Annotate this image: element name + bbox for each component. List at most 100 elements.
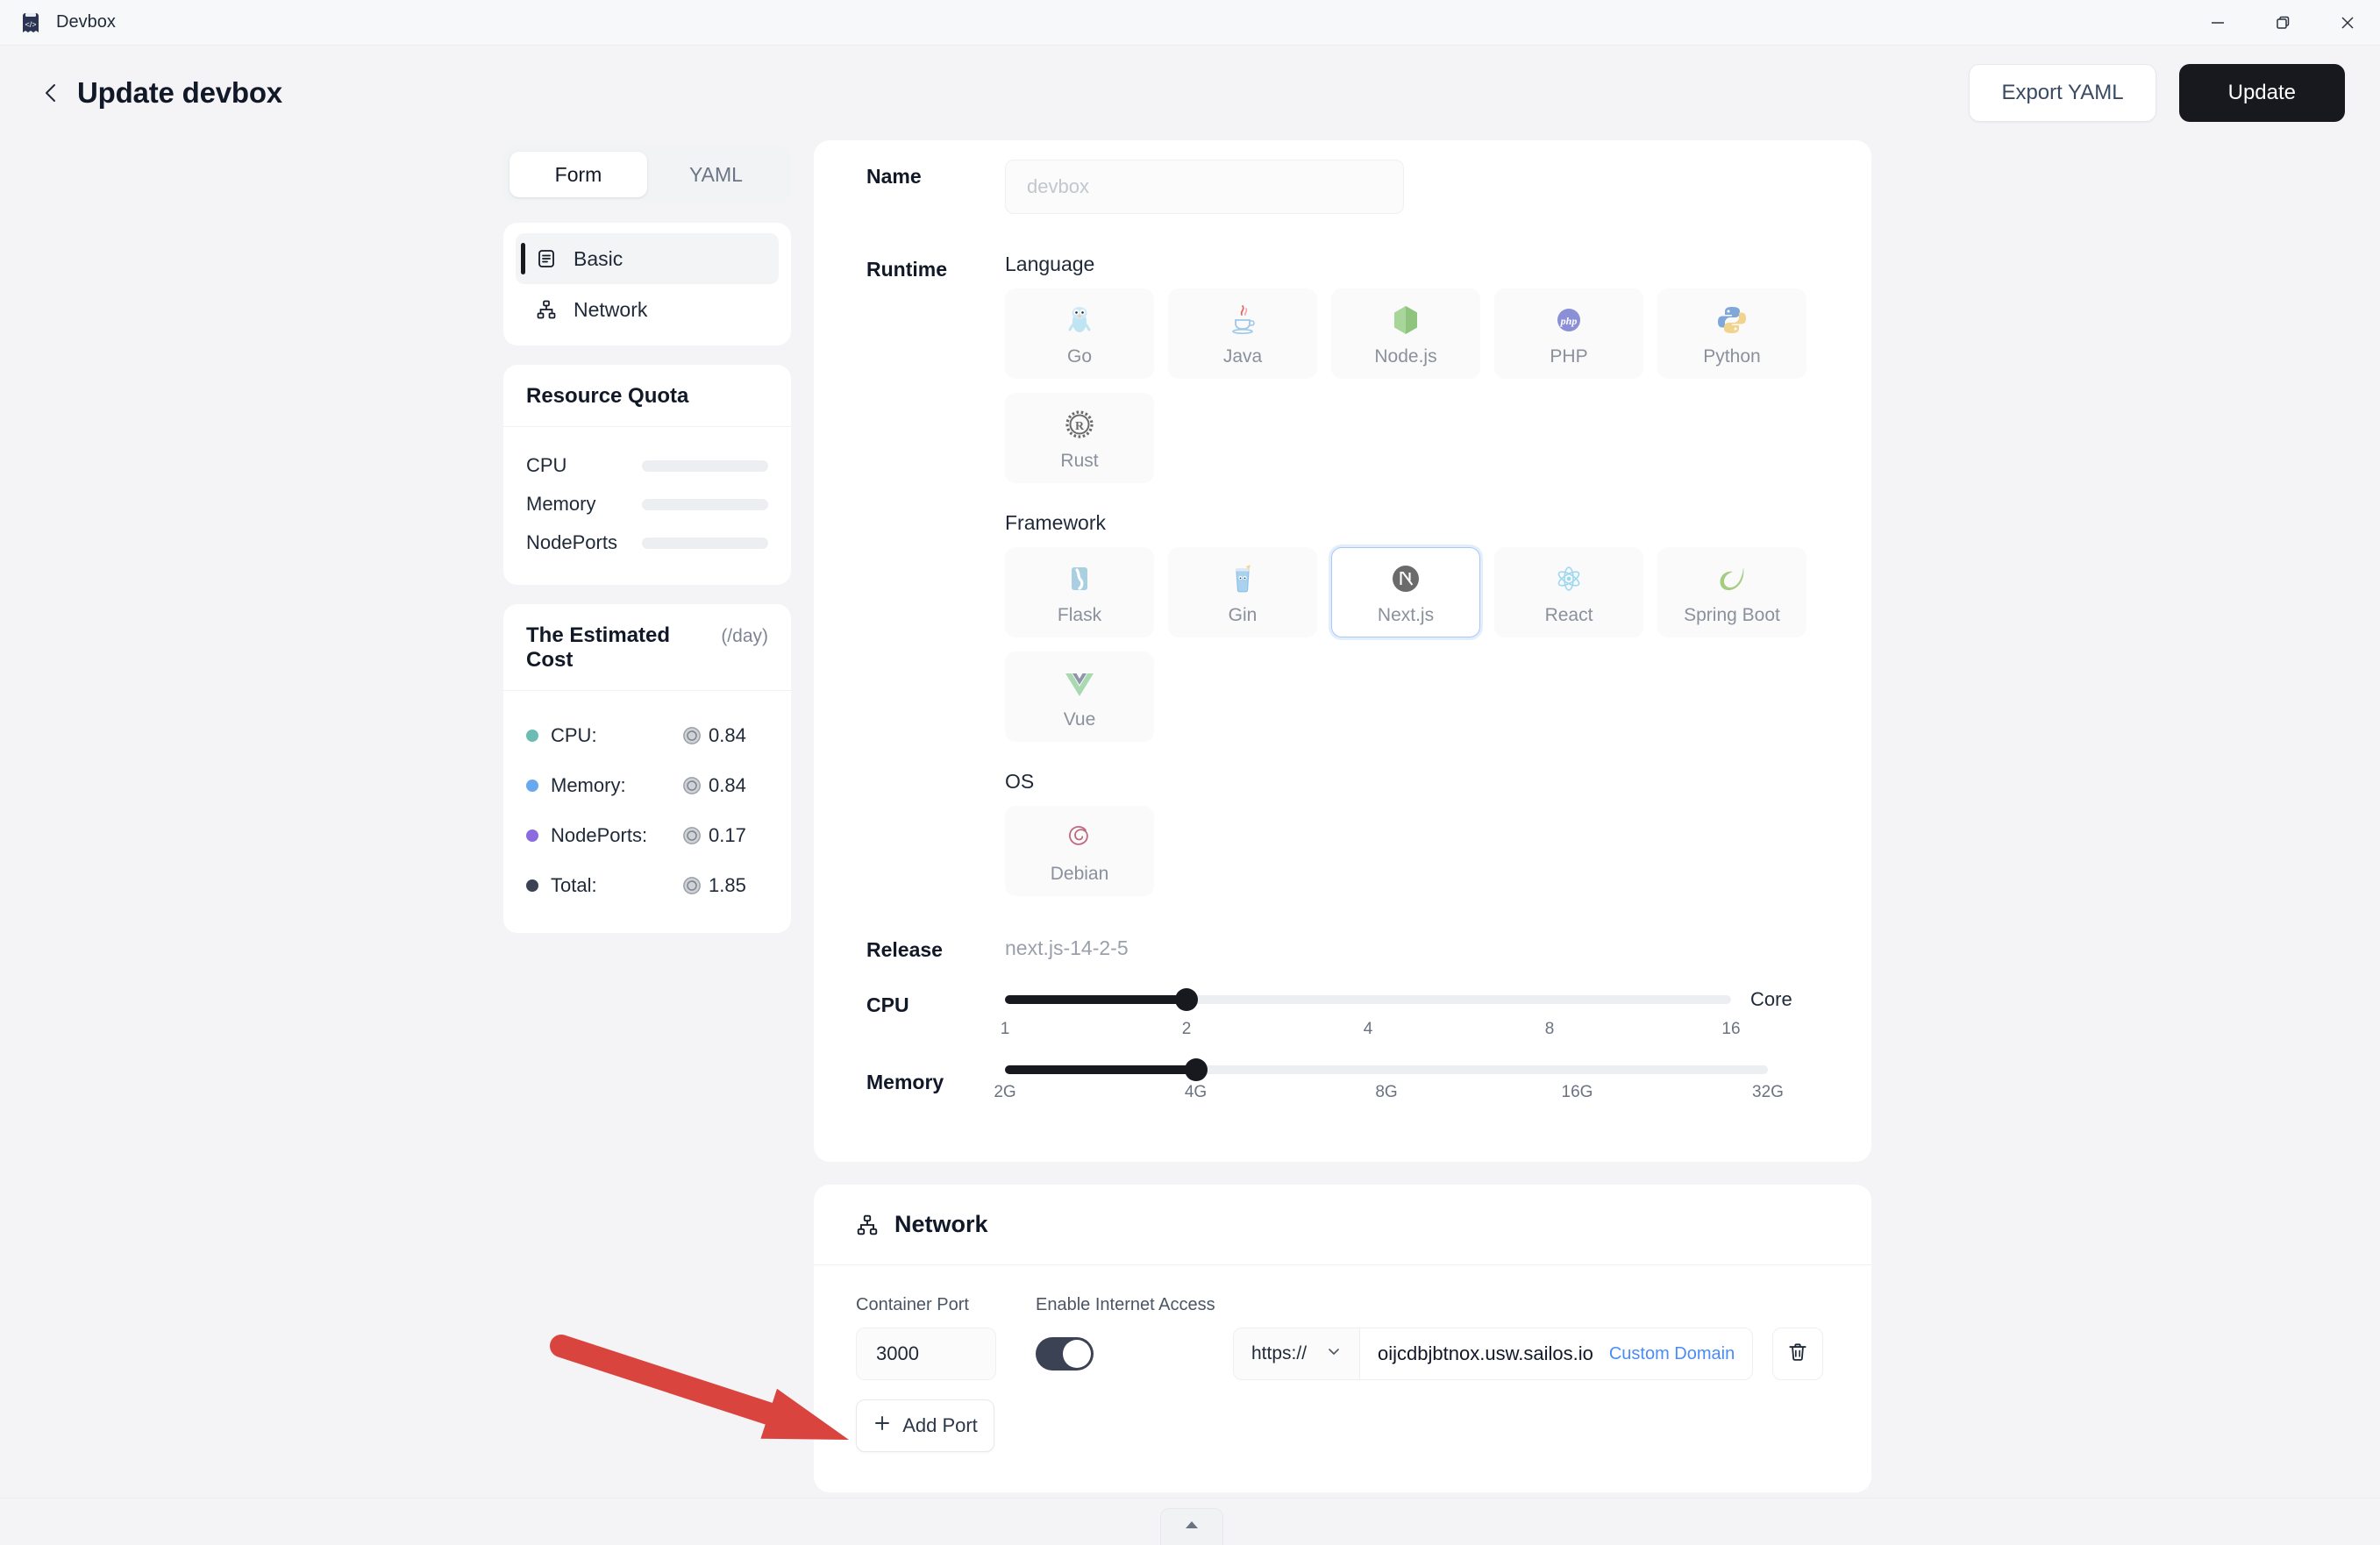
quota-track-cpu	[642, 459, 768, 472]
cpu-slider-control[interactable]: Core	[1005, 988, 1819, 1011]
toggle-knob	[1063, 1340, 1091, 1368]
resource-quota-card: Resource Quota CPU Memory NodePorts	[503, 365, 791, 585]
coin-icon	[683, 776, 701, 794]
nodejs-hexagon-icon	[1386, 300, 1426, 340]
estimated-cost-unit: (/day)	[721, 626, 768, 646]
memory-slider-label: Memory	[866, 1071, 944, 1093]
memory-slider-track[interactable]	[1005, 1058, 1768, 1081]
cost-dot-memory	[526, 779, 538, 792]
name-row: Name devbox	[814, 140, 1871, 214]
language-tile-rust-label: Rust	[1060, 451, 1099, 471]
memory-slider-fill	[1005, 1065, 1196, 1074]
cpu-tick-2: 2	[1181, 1020, 1192, 1038]
enable-internet-access-toggle[interactable]	[1036, 1337, 1094, 1371]
sidebar-item-network[interactable]: Network	[516, 284, 779, 335]
cost-label-cpu: CPU:	[551, 723, 597, 746]
php-icon: php	[1549, 300, 1589, 340]
cpu-tick-4: 4	[1363, 1020, 1373, 1038]
internet-toggle-cell	[1036, 1337, 1233, 1371]
add-port-label: Add Port	[902, 1414, 978, 1436]
sidebar-item-basic[interactable]: Basic	[516, 233, 779, 284]
svg-text:R: R	[1075, 420, 1085, 433]
name-input[interactable]: devbox	[1005, 160, 1404, 214]
go-gopher-icon	[1059, 300, 1100, 340]
quota-row-cpu: CPU	[526, 446, 768, 485]
framework-tile-nextjs[interactable]: Next.js	[1331, 547, 1480, 637]
restore-icon[interactable]	[2250, 0, 2315, 46]
memory-tick-2g: 2G	[994, 1083, 1016, 1101]
collapse-panel-button[interactable]	[1160, 1508, 1223, 1545]
os-tile-debian-label: Debian	[1050, 864, 1109, 884]
language-tile-php[interactable]: php PHP	[1494, 288, 1643, 379]
framework-tile-gin[interactable]: Gin	[1168, 547, 1317, 637]
estimated-cost-card: The Estimated Cost (/day) CPU: 0.84 Memo…	[503, 604, 791, 933]
cost-dot-total	[526, 879, 538, 892]
framework-tile-vue[interactable]: Vue	[1005, 651, 1154, 742]
quota-label-memory: Memory	[526, 493, 596, 515]
main-scroll-area[interactable]: Name devbox Runtime Language Go Java Nod…	[814, 140, 1871, 1545]
cost-value-cpu: 0.84	[682, 724, 746, 747]
sidebar-item-network-label: Network	[574, 297, 648, 321]
protocol-select[interactable]: https://	[1234, 1328, 1361, 1379]
language-tile-nodejs[interactable]: Node.js	[1331, 288, 1480, 379]
language-tile-java[interactable]: Java	[1168, 288, 1317, 379]
update-button[interactable]: Update	[2178, 64, 2345, 122]
language-tile-grid: Go Java Node.js php PHP Python R Rust	[1005, 288, 1819, 483]
memory-slider-ticks: 2G 4G 8G 16G 32G	[994, 1083, 1784, 1111]
resource-quota-body: CPU Memory NodePorts	[503, 427, 791, 585]
close-icon[interactable]	[2315, 0, 2380, 46]
tab-yaml[interactable]: YAML	[647, 152, 785, 197]
protocol-value: https://	[1251, 1343, 1308, 1363]
cpu-slider-fill	[1005, 995, 1186, 1004]
coin-icon	[683, 826, 701, 844]
container-port-input[interactable]: 3000	[856, 1328, 996, 1380]
export-yaml-button[interactable]: Export YAML	[1969, 64, 2156, 122]
runtime-body: Language Go Java Node.js php PHP Python …	[1005, 253, 1819, 896]
back-button[interactable]	[37, 78, 67, 108]
estimated-cost-title: The Estimated Cost	[526, 623, 671, 672]
release-body: next.js-14-2-5	[1005, 933, 1819, 960]
enable-internet-access-label: Enable Internet Access	[1036, 1295, 1215, 1314]
cpu-slider-ticks: 1 2 4 8 16	[1001, 1020, 1741, 1048]
cpu-slider-knob[interactable]	[1175, 988, 1198, 1011]
svg-text:php: php	[1560, 315, 1578, 327]
spring-leaf-icon	[1712, 559, 1752, 599]
add-port-button[interactable]: Add Port	[856, 1399, 994, 1452]
language-tile-nodejs-label: Node.js	[1374, 346, 1437, 367]
rust-gear-icon: R	[1059, 404, 1100, 445]
language-tile-go[interactable]: Go	[1005, 288, 1154, 379]
framework-tile-flask[interactable]: Flask	[1005, 547, 1154, 637]
release-row: Release next.js-14-2-5	[814, 933, 1871, 962]
framework-label: Framework	[1005, 511, 1107, 534]
estimated-cost-body: CPU: 0.84 Memory: 0.84 NodePorts: 0.17 T…	[503, 691, 791, 933]
network-column-headers: Container Port Enable Internet Access	[856, 1295, 1829, 1328]
page-title: Update devbox	[77, 76, 282, 109]
cost-value-nodeports: 0.17	[682, 824, 746, 847]
memory-slider-control[interactable]	[1005, 1058, 1819, 1081]
network-icon	[535, 298, 558, 321]
os-tile-debian[interactable]: Debian	[1005, 806, 1154, 896]
minimize-icon[interactable]	[2185, 0, 2250, 46]
framework-tile-vue-label: Vue	[1063, 709, 1096, 730]
custom-domain-link[interactable]: Custom Domain	[1609, 1328, 1752, 1379]
language-tile-go-label: Go	[1066, 346, 1092, 367]
cpu-tick-8: 8	[1544, 1020, 1555, 1038]
tab-form[interactable]: Form	[509, 152, 647, 197]
memory-slider-row: Memory 2G 4G 8G 16G 32G	[814, 1058, 1871, 1111]
cost-label-nodeports: NodePorts:	[551, 823, 648, 846]
runtime-row: Runtime Language Go Java Node.js php PHP…	[814, 253, 1871, 896]
resource-quota-header: Resource Quota	[503, 365, 791, 427]
framework-tile-react[interactable]: React	[1494, 547, 1643, 637]
language-tile-python[interactable]: Python	[1657, 288, 1806, 379]
svg-text:</>: </>	[25, 20, 36, 29]
cost-row-nodeports: NodePorts: 0.17	[526, 810, 768, 860]
cost-dot-cpu	[526, 729, 538, 742]
delete-port-button[interactable]	[1772, 1328, 1824, 1380]
estimated-cost-header: The Estimated Cost (/day)	[503, 604, 791, 691]
quota-row-memory: Memory	[526, 485, 768, 523]
cpu-slider-track[interactable]	[1005, 988, 1731, 1011]
memory-slider-knob[interactable]	[1184, 1058, 1208, 1081]
memory-tick-16g: 16G	[1561, 1083, 1593, 1101]
framework-tile-springboot[interactable]: Spring Boot	[1657, 547, 1806, 637]
language-tile-rust[interactable]: R Rust	[1005, 393, 1154, 483]
